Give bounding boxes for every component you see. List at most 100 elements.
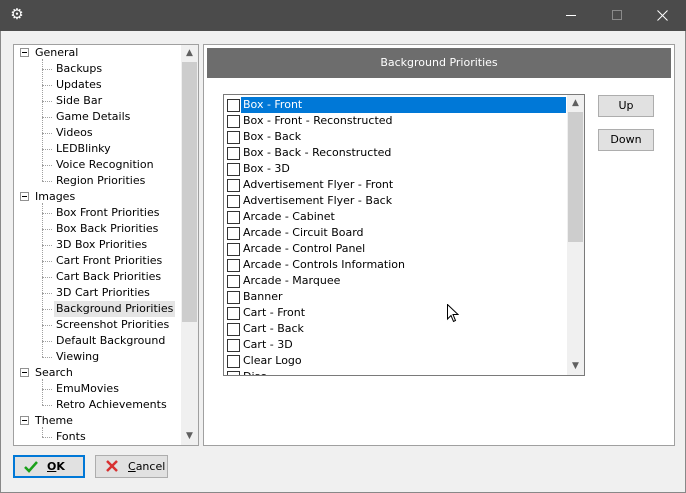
tree-category[interactable]: Images — [20, 189, 77, 205]
list-item[interactable]: Box - Back - Reconstructed — [224, 145, 566, 161]
tree-item[interactable]: Background Priorities — [54, 301, 176, 317]
item-checkbox[interactable] — [227, 291, 240, 304]
collapse-icon[interactable] — [20, 192, 29, 201]
list-item[interactable]: Arcade - Circuit Board — [224, 225, 566, 241]
tree-item[interactable]: Viewing — [54, 349, 101, 365]
close-button[interactable] — [640, 0, 686, 31]
item-checkbox[interactable] — [227, 307, 240, 320]
tree-connector — [42, 261, 52, 262]
list-item[interactable]: Cart - Front — [224, 305, 566, 321]
item-checkbox[interactable] — [227, 355, 240, 368]
tree-item[interactable]: Default Background — [54, 333, 167, 349]
list-item[interactable]: Cart - Back — [224, 321, 566, 337]
tree-item[interactable]: Fonts — [54, 429, 88, 445]
tree-item[interactable]: Game Details — [54, 109, 132, 125]
tree-category[interactable]: Search — [20, 365, 75, 381]
tree-item[interactable]: Cart Front Priorities — [54, 253, 164, 269]
gear-icon[interactable]: ⚙ — [9, 6, 25, 22]
tree-item-label: Box Back Priorities — [56, 222, 159, 235]
list-item-label: Disc — [241, 369, 268, 375]
tree-item[interactable]: Backups — [54, 61, 104, 77]
list-item[interactable]: Advertisement Flyer - Front — [224, 177, 566, 193]
item-checkbox[interactable] — [227, 195, 240, 208]
list-item[interactable]: Box - 3D — [224, 161, 566, 177]
tree-item-label: General — [35, 46, 79, 59]
move-up-button[interactable]: Up — [598, 95, 654, 117]
tree-item[interactable]: Screenshot Priorities — [54, 317, 171, 333]
list-item[interactable]: Arcade - Control Panel — [224, 241, 566, 257]
list-item-label: Arcade - Circuit Board — [243, 226, 364, 239]
tree-item-label: EmuMovies — [56, 382, 119, 395]
collapse-icon[interactable] — [20, 48, 29, 57]
item-checkbox[interactable] — [227, 115, 240, 128]
item-checkbox[interactable] — [227, 179, 240, 192]
item-checkbox[interactable] — [227, 243, 240, 256]
list-item[interactable]: Banner — [224, 289, 566, 305]
cancel-button[interactable]: Cancel — [95, 455, 168, 478]
list-item[interactable]: Advertisement Flyer - Back — [224, 193, 566, 209]
tree-item[interactable]: Region Priorities — [54, 173, 147, 189]
tree-category[interactable]: Theme — [20, 413, 75, 429]
item-checkbox[interactable] — [227, 211, 240, 224]
scroll-up-arrow-icon[interactable]: ▲ — [181, 45, 198, 62]
list-item-label: Box - Front - Reconstructed — [243, 114, 393, 127]
move-down-button[interactable]: Down — [598, 129, 654, 151]
list-item[interactable]: Arcade - Marquee — [224, 273, 566, 289]
item-checkbox[interactable] — [227, 147, 240, 160]
tree-item[interactable]: Voice Recognition — [54, 157, 156, 173]
collapse-icon[interactable] — [20, 368, 29, 377]
minimize-icon — [566, 15, 576, 16]
list-item[interactable]: Box - Front — [224, 97, 566, 113]
maximize-button[interactable] — [595, 0, 641, 31]
tree-category[interactable]: General — [20, 45, 80, 61]
list-item[interactable]: Box - Back — [224, 129, 566, 145]
item-checkbox[interactable] — [227, 131, 240, 144]
tree-item[interactable]: Videos — [54, 125, 95, 141]
item-checkbox[interactable] — [227, 339, 240, 352]
settings-tree[interactable]: General Backups Updates Side Bar Game Detail… — [13, 44, 199, 446]
tree-connector — [42, 101, 52, 102]
tree-item[interactable]: Box Front Priorities — [54, 205, 161, 221]
tree-item-label: Box Front Priorities — [56, 206, 160, 219]
item-checkbox[interactable] — [227, 227, 240, 240]
scroll-down-arrow-icon[interactable]: ▼ — [567, 358, 584, 375]
list-scroll-thumb[interactable] — [568, 112, 583, 242]
tree-scrollbar[interactable]: ▲ ▼ — [181, 45, 198, 445]
item-checkbox[interactable] — [227, 323, 240, 336]
list-item-label: Arcade - Cabinet — [243, 210, 335, 223]
tree-item-label: Theme — [35, 414, 73, 427]
tree-scroll-thumb[interactable] — [182, 62, 197, 322]
tree-item[interactable]: Updates — [54, 77, 104, 93]
minimize-button[interactable] — [549, 0, 595, 31]
list-item[interactable]: Box - Front - Reconstructed — [224, 113, 566, 129]
tree-item[interactable]: Retro Achievements — [54, 397, 169, 413]
ok-button[interactable]: OK — [13, 455, 85, 478]
tree-item[interactable]: Box Back Priorities — [54, 221, 160, 237]
tree-item[interactable]: EmuMovies — [54, 381, 121, 397]
item-checkbox[interactable] — [227, 99, 240, 112]
item-checkbox[interactable] — [227, 259, 240, 272]
tree-item[interactable]: 3D Box Priorities — [54, 237, 149, 253]
tree-item-label: Videos — [56, 126, 93, 139]
list-item[interactable]: Disc — [224, 369, 566, 375]
tree-item[interactable]: Side Bar — [54, 93, 104, 109]
tree-item[interactable]: LEDBlinky — [54, 141, 113, 157]
item-checkbox[interactable] — [227, 371, 240, 375]
collapse-icon[interactable] — [20, 416, 29, 425]
tree-connector — [42, 165, 52, 166]
tree-item-label: Screenshot Priorities — [56, 318, 170, 331]
list-item[interactable]: Arcade - Cabinet — [224, 209, 566, 225]
list-scrollbar[interactable]: ▲ ▼ — [567, 95, 584, 375]
list-item[interactable]: Clear Logo — [224, 353, 566, 369]
list-item[interactable]: Arcade - Controls Information — [224, 257, 566, 273]
scroll-up-arrow-icon[interactable]: ▲ — [567, 95, 584, 112]
priority-checklist[interactable]: Box - Front Box - Front - Reconstructed Bo… — [223, 94, 585, 376]
tree-connector — [42, 293, 52, 294]
tree-item[interactable]: 3D Cart Priorities — [54, 285, 152, 301]
tree-item[interactable]: Cart Back Priorities — [54, 269, 163, 285]
item-checkbox[interactable] — [227, 275, 240, 288]
item-checkbox[interactable] — [227, 163, 240, 176]
scroll-down-arrow-icon[interactable]: ▼ — [181, 428, 198, 445]
list-item-label: Cart - Front — [243, 306, 306, 319]
list-item[interactable]: Cart - 3D — [224, 337, 566, 353]
